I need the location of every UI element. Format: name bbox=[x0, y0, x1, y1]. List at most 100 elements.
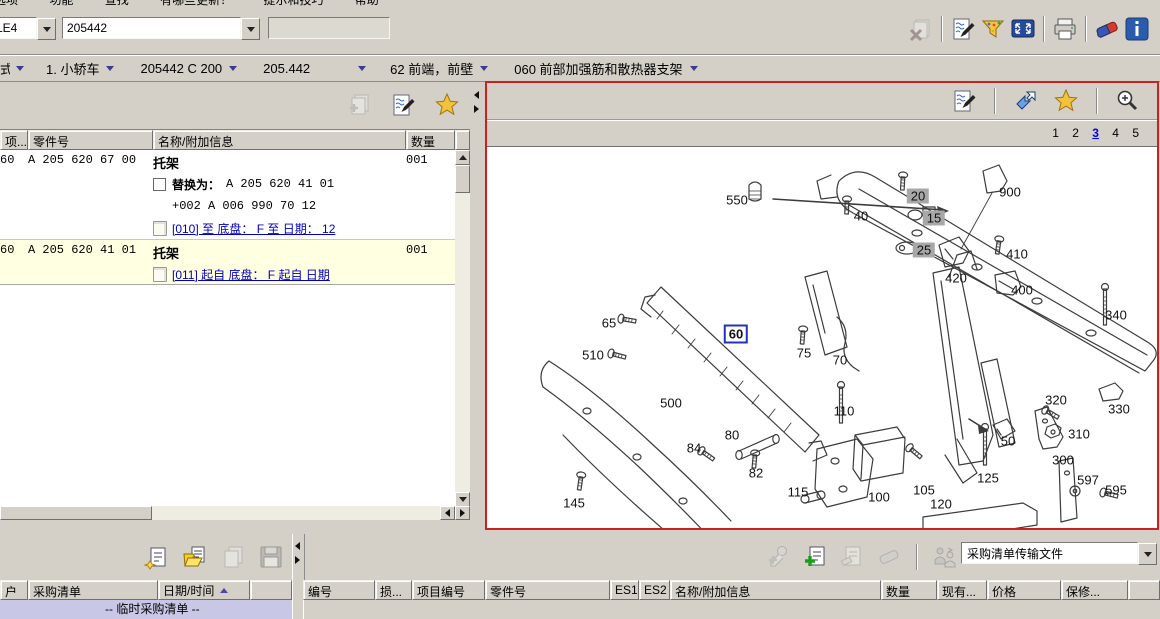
print-icon[interactable] bbox=[1050, 15, 1080, 43]
scroll-left-button[interactable] bbox=[440, 506, 455, 520]
copy-list-icon[interactable] bbox=[218, 543, 248, 571]
transfer-dropdown[interactable]: 采购清单传输文件 bbox=[961, 542, 1157, 565]
purchase-list-row[interactable]: -- 临时采购清单 -- bbox=[0, 600, 292, 619]
pos-col-filler bbox=[1128, 580, 1160, 600]
notes-icon[interactable] bbox=[949, 87, 979, 115]
collapse-right-icon[interactable] bbox=[295, 556, 300, 564]
pos-col-number[interactable]: 编号 bbox=[303, 580, 375, 600]
menu-item-tips[interactable]: 提示和技巧 bbox=[249, 0, 337, 7]
notes-icon[interactable] bbox=[948, 15, 978, 43]
parts-row-2[interactable]: 60 A 205 620 41 01 托架 [011] 起自 底盘： F 起自 … bbox=[0, 240, 455, 285]
save-list-icon[interactable] bbox=[256, 543, 286, 571]
copy-documents-icon[interactable] bbox=[344, 91, 374, 119]
transfer-icon[interactable] bbox=[930, 543, 960, 571]
page-4[interactable]: 4 bbox=[1112, 126, 1119, 140]
replace-checkbox[interactable] bbox=[153, 177, 166, 191]
list-col-user[interactable]: 户 bbox=[0, 580, 28, 600]
scroll-up-button[interactable] bbox=[455, 150, 470, 165]
favorites-star-icon[interactable] bbox=[432, 91, 462, 119]
qty-cell: 001 bbox=[406, 153, 428, 167]
notes-icon[interactable] bbox=[388, 91, 418, 119]
pos-col-stock[interactable]: 现有... bbox=[937, 580, 987, 600]
list-col-name[interactable]: 采购清单 bbox=[28, 580, 158, 600]
breadcrumb-item-series[interactable]: 205.442 bbox=[263, 61, 367, 76]
pos-col-name[interactable]: 名称/附加信息 bbox=[670, 580, 881, 600]
aux-field[interactable] bbox=[268, 17, 390, 39]
transfer-dropdown-arrow[interactable] bbox=[1138, 543, 1157, 565]
footnote-icon[interactable] bbox=[153, 220, 167, 236]
parts-row-1[interactable]: 60 A 205 620 67 00 托架 替换为： A 205 620 41 … bbox=[0, 150, 455, 240]
pos-col-partnumber[interactable]: 零件号 bbox=[485, 580, 610, 600]
menu-item-whats-new[interactable]: 有哪些更新！ bbox=[146, 0, 246, 7]
footnote-link[interactable]: [011] 起自 底盘： F 起自 日期 bbox=[172, 266, 330, 283]
footnote-link[interactable]: [010] 至 底盘： F 至 日期： 12 bbox=[172, 220, 335, 237]
zoom-icon[interactable] bbox=[1113, 87, 1143, 115]
scroll-down-button[interactable] bbox=[455, 492, 470, 507]
collapse-right-icon[interactable] bbox=[474, 105, 479, 113]
collapse-left-icon[interactable] bbox=[474, 91, 479, 99]
collapse-left-icon[interactable] bbox=[295, 542, 300, 550]
parts-col-partnumber[interactable]: 零件号 bbox=[28, 130, 153, 150]
parts-col-qty[interactable]: 数量 bbox=[406, 130, 455, 150]
vscroll-thumb[interactable] bbox=[455, 165, 470, 193]
diagram-callout-15: 15 bbox=[922, 210, 946, 226]
pos-col-price[interactable]: 价格 bbox=[987, 580, 1061, 600]
new-list-icon[interactable] bbox=[142, 543, 172, 571]
model-combobox[interactable]: LE4 bbox=[0, 17, 56, 40]
pos-col-damage[interactable]: 损... bbox=[375, 580, 412, 600]
menu-item-options[interactable]: 选项 bbox=[0, 0, 32, 7]
scroll-right-button[interactable] bbox=[455, 506, 470, 520]
eraser-icon[interactable] bbox=[1092, 15, 1122, 43]
breadcrumb-item-vehicle-class[interactable]: 1. 小轿车 bbox=[46, 59, 115, 78]
parts-vscrollbar[interactable] bbox=[455, 150, 470, 507]
purchase-lists-panel: 户 采购清单 日期/时间 -- 临时采购清单 -- bbox=[0, 534, 292, 619]
part-name: 托架 bbox=[153, 245, 180, 261]
pos-col-project[interactable]: 项目编号 bbox=[412, 580, 485, 600]
list-col-datetime[interactable]: 日期/时间 bbox=[158, 580, 250, 600]
menu-item-functions[interactable]: 功能 bbox=[35, 0, 87, 7]
parts-hscrollbar[interactable] bbox=[0, 506, 470, 520]
main-splitter[interactable] bbox=[470, 81, 485, 520]
diagram-callout-420: 420 bbox=[945, 270, 967, 286]
breadcrumb-item-subgroup[interactable]: 060 前部加强筋和散热器支架 bbox=[514, 59, 698, 78]
pos-col-warranty[interactable]: 保修... bbox=[1061, 580, 1128, 600]
key-add-icon[interactable] bbox=[763, 543, 793, 571]
menu-item-help[interactable]: 帮助 bbox=[341, 0, 393, 7]
exploded-parts-diagram[interactable]: 550 900 20 15 25 40 410 420 400 340 65 60 75 70 510 500… bbox=[487, 146, 1157, 528]
model-combobox-arrow[interactable] bbox=[37, 18, 56, 40]
page-5[interactable]: 5 bbox=[1132, 126, 1139, 140]
breadcrumb-item-root[interactable]: 式 bbox=[0, 59, 24, 78]
erase-position-icon[interactable] bbox=[874, 543, 904, 571]
diagram-callout-510: 510 bbox=[582, 347, 604, 363]
hscroll-thumb[interactable] bbox=[0, 506, 152, 520]
footnote-icon[interactable] bbox=[153, 266, 167, 282]
pos-col-es1[interactable]: ES1 bbox=[610, 580, 639, 600]
breadcrumb-item-group[interactable]: 62 前端，前壁 bbox=[390, 59, 489, 78]
page-3-active[interactable]: 3 bbox=[1092, 126, 1099, 140]
parts-col-name[interactable]: 名称/附加信息 bbox=[153, 130, 406, 150]
page-1[interactable]: 1 bbox=[1052, 126, 1059, 140]
resize-image-icon[interactable] bbox=[1011, 87, 1041, 115]
shopping-basket-icon[interactable] bbox=[978, 15, 1008, 43]
edit-position-icon[interactable] bbox=[837, 543, 867, 571]
diagram-callout-60[interactable]: 60 bbox=[723, 324, 749, 344]
favorites-star-icon[interactable] bbox=[1051, 87, 1081, 115]
fullscreen-icon[interactable] bbox=[1008, 15, 1038, 43]
info-icon[interactable] bbox=[1122, 15, 1152, 43]
page-selector: 1 2 3 4 5 bbox=[487, 120, 1157, 146]
parts-col-pos[interactable]: 项... bbox=[0, 130, 28, 150]
pos-col-es2[interactable]: ES2 bbox=[639, 580, 670, 600]
open-list-icon[interactable] bbox=[180, 543, 210, 571]
search-combobox-arrow[interactable] bbox=[241, 18, 260, 40]
diagram-callout-80: 80 bbox=[724, 427, 740, 443]
search-combobox[interactable]: 205442 bbox=[62, 17, 260, 40]
diagram-callout-105: 105 bbox=[913, 482, 935, 498]
discard-document-icon[interactable] bbox=[906, 15, 936, 43]
dropdown-arrow-icon bbox=[106, 65, 115, 71]
breadcrumb-item-model[interactable]: 205442 C 200 bbox=[140, 61, 238, 76]
positions-body-empty bbox=[303, 600, 1160, 619]
menu-item-find[interactable]: 查找 bbox=[91, 0, 143, 7]
page-2[interactable]: 2 bbox=[1072, 126, 1079, 140]
pos-col-qty[interactable]: 数量 bbox=[881, 580, 937, 600]
add-position-icon[interactable] bbox=[800, 543, 830, 571]
